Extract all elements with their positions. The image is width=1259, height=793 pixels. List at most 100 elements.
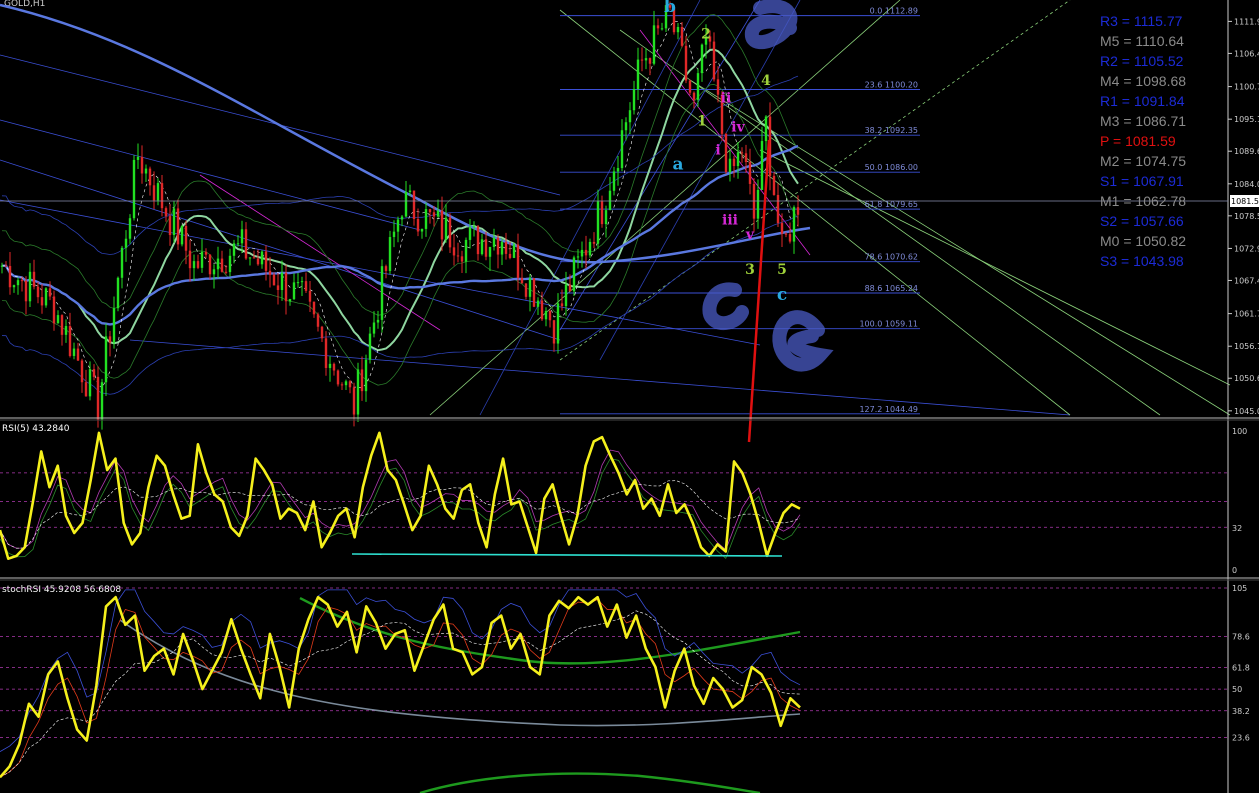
candle-body <box>100 382 104 421</box>
candle-body <box>684 45 688 81</box>
pivot-name: P <box>1100 133 1113 149</box>
trend-line <box>0 119 421 231</box>
candle-body <box>212 269 216 275</box>
candle-body <box>184 225 188 251</box>
pivot-row: M3 = 1086.71 <box>1100 111 1186 131</box>
candle-body <box>456 255 460 257</box>
stochrsi-line <box>0 595 801 779</box>
candle-body <box>228 255 232 273</box>
stochrsi-title: stochRSI 45.9208 56.6808 <box>2 585 121 595</box>
chart-canvas[interactable]: GOLD,H1 0.0 1112.8923.6 1100.2038.2 1092… <box>0 0 1259 793</box>
candle-body <box>536 300 540 307</box>
pivot-name: M5 <box>1100 33 1120 49</box>
pivot-row: M2 = 1074.75 <box>1100 151 1186 171</box>
candle-body <box>588 241 592 256</box>
candle-body <box>320 326 324 339</box>
pivot-value: 1115.77 <box>1133 13 1183 29</box>
price-axis[interactable]: 1111.9 1106.4 1100.7 1095.1 1089.6 1084.0 1078… <box>1227 0 1259 793</box>
pivot-name: M2 <box>1100 153 1120 169</box>
candle-body <box>264 251 268 271</box>
candle-body <box>368 333 372 360</box>
candle-body <box>8 265 12 288</box>
pivot-equals: = <box>1117 53 1134 69</box>
candle-body <box>648 58 652 64</box>
wave-label: a <box>672 154 683 174</box>
rsi-tick-label: 32 <box>1232 524 1242 533</box>
candle-body <box>460 256 464 262</box>
pivot-equals: = <box>1119 33 1136 49</box>
pivot-value: 1110.64 <box>1135 33 1184 49</box>
candle-body <box>680 27 684 46</box>
candle-body <box>140 156 144 174</box>
candle-body <box>508 253 512 258</box>
pivot-value: 1043.98 <box>1133 253 1184 269</box>
trend-line <box>559 0 1071 361</box>
stochrsi-panel[interactable]: stochRSI 45.9208 56.6808 105 78.6 61.8 50 38… <box>0 584 1250 793</box>
candle-body <box>24 280 28 302</box>
pivot-name: R2 <box>1100 53 1118 69</box>
candle-body <box>120 247 124 278</box>
candle-body <box>496 237 500 255</box>
fib-level-label: 38.2 1092.35 <box>865 126 918 135</box>
candle-body <box>504 242 508 254</box>
candle-body <box>352 387 356 415</box>
candle-body <box>484 239 488 257</box>
candle-body <box>156 183 160 201</box>
candle-body <box>288 299 292 302</box>
candle-body <box>316 314 320 327</box>
pivot-value: 1074.75 <box>1135 153 1187 169</box>
candle-body <box>4 265 8 267</box>
candle-body <box>372 322 376 334</box>
candle-body <box>392 231 396 238</box>
pivot-equals: = <box>1117 213 1134 229</box>
candle-body <box>656 25 660 29</box>
candle-body <box>232 243 236 256</box>
candle-body <box>364 359 368 392</box>
candle-body <box>48 288 52 297</box>
pivot-row: R1 = 1091.84 <box>1100 91 1186 111</box>
candle-body <box>208 254 212 275</box>
pivot-name: S1 <box>1100 173 1118 189</box>
pivot-value: 1086.71 <box>1135 113 1187 129</box>
candle-body <box>248 257 252 259</box>
candle-body <box>628 110 632 123</box>
pivot-equals: = <box>1117 253 1134 269</box>
candle-body <box>792 207 796 242</box>
candle-body <box>608 190 612 211</box>
candle-body <box>52 296 56 324</box>
candle-body <box>260 251 264 265</box>
wave-label: iv <box>731 119 745 135</box>
candle-body <box>44 288 48 306</box>
candle-body <box>132 159 136 219</box>
candle-body <box>400 216 404 220</box>
candle-body <box>376 319 380 323</box>
candle-body <box>92 369 96 377</box>
candle-body <box>480 239 484 255</box>
candle-body <box>152 185 156 201</box>
wave-label: iii <box>722 213 738 229</box>
fib-level-label: 88.6 1065.24 <box>865 284 918 293</box>
stochrsi-avg <box>0 610 801 778</box>
candle-body <box>244 229 248 259</box>
candle-body <box>0 265 4 267</box>
candle-body <box>344 381 348 386</box>
candle-body <box>136 156 140 160</box>
candle-body <box>88 369 92 397</box>
price-tick-label: 1045.0 <box>1234 407 1259 416</box>
price-tick-label: 1078.5 <box>1234 212 1259 221</box>
candle-body <box>560 303 564 307</box>
fib-level-label: 61.8 1079.65 <box>865 200 918 209</box>
pivot-value: 1105.52 <box>1133 53 1184 69</box>
candle-body <box>20 280 24 282</box>
candle-body <box>148 168 152 186</box>
rsi-support-line <box>351 553 783 557</box>
candle-body <box>188 250 192 269</box>
candle-body <box>452 247 456 256</box>
candle-body <box>64 326 68 335</box>
rsi-panel[interactable]: RSI(5) 43.2840 100 32 0 <box>0 424 1247 575</box>
candle-body <box>404 192 408 217</box>
fibonacci-retracement[interactable]: 0.0 1112.89 23.6 1100.20 38.2 1092.35 50.0 … <box>560 7 920 415</box>
pivot-value: 1098.68 <box>1135 73 1187 89</box>
candle-body <box>224 271 228 273</box>
candle-body <box>580 249 584 257</box>
